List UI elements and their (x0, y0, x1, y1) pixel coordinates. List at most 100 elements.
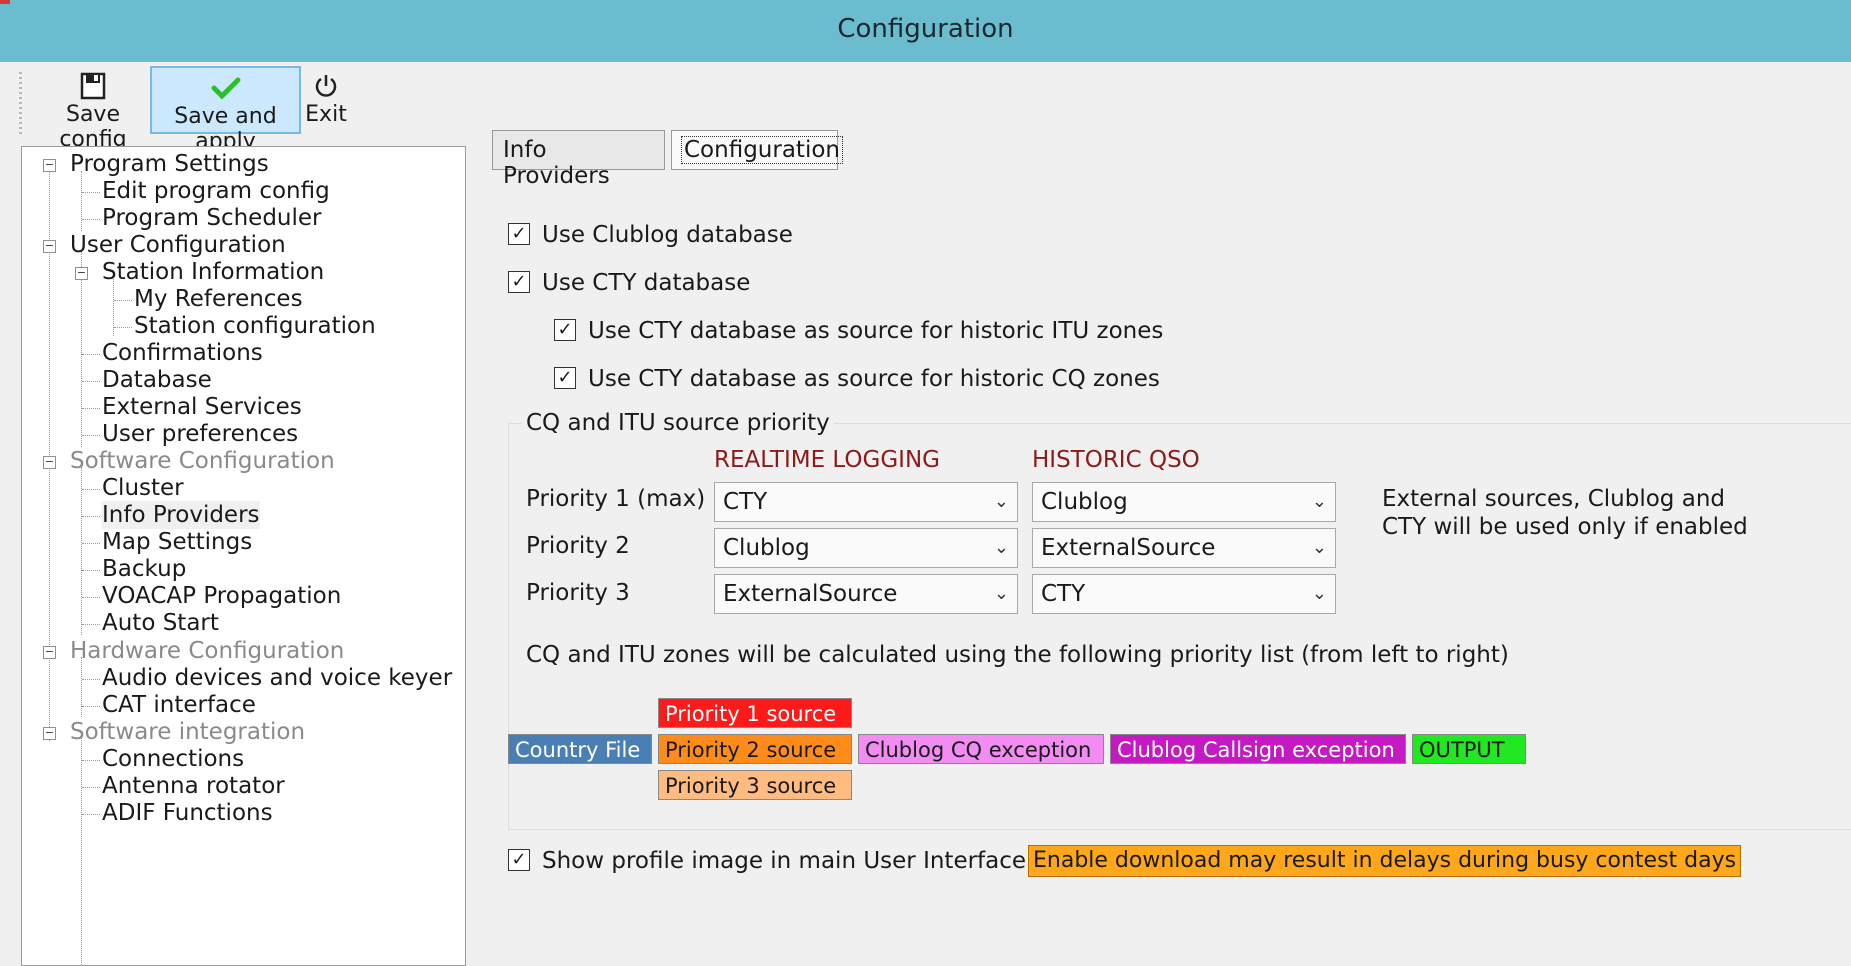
cty-historic-cq-checkbox[interactable]: ✓ Use CTY database as source for historic… (554, 366, 1160, 392)
realtime-priority-1-select[interactable]: CTY ⌄ (714, 482, 1018, 522)
tree-audio-devices[interactable]: Audio devices and voice keyer (102, 664, 452, 692)
realtime-priority-3-select[interactable]: ExternalSource ⌄ (714, 574, 1018, 614)
tree-connector (82, 516, 100, 517)
tree-connector (82, 570, 100, 571)
tree-station-configuration[interactable]: Station configuration (134, 312, 376, 340)
chevron-down-icon: ⌄ (993, 491, 1009, 512)
tree-program-scheduler[interactable]: Program Scheduler (102, 204, 322, 232)
country-file-badge: Country File (508, 734, 652, 764)
collapse-icon[interactable]: − (43, 456, 56, 469)
tree-software-configuration[interactable]: Software Configuration (70, 447, 335, 475)
tree-connector (82, 597, 100, 598)
tree-connector (82, 489, 100, 490)
tree-connector (82, 543, 100, 544)
exit-label: Exit (305, 102, 347, 127)
tree-cluster[interactable]: Cluster (102, 474, 184, 502)
historic-qso-header: HISTORIC QSO (1032, 447, 1200, 473)
historic-priority-3-select[interactable]: CTY ⌄ (1032, 574, 1336, 614)
priority-1-source-badge: Priority 1 source (658, 698, 852, 728)
tree-auto-start[interactable]: Auto Start (102, 609, 219, 637)
use-clublog-label: Use Clublog database (542, 222, 793, 248)
tree-connector (82, 381, 100, 382)
tree-confirmations[interactable]: Confirmations (102, 339, 263, 367)
collapse-icon[interactable]: − (43, 240, 56, 253)
tree-adif-functions[interactable]: ADIF Functions (102, 799, 273, 827)
tree-hardware-configuration[interactable]: Hardware Configuration (70, 637, 344, 665)
tree-software-integration[interactable]: Software integration (70, 718, 305, 746)
tree-info-providers[interactable]: Info Providers (102, 501, 260, 529)
chevron-down-icon: ⌄ (1311, 491, 1327, 512)
collapse-icon[interactable]: − (43, 646, 56, 659)
historic-priority-3-value: CTY (1041, 581, 1086, 607)
historic-priority-1-value: Clublog (1041, 489, 1128, 515)
tree-connector (81, 657, 82, 717)
tree-my-references[interactable]: My References (134, 285, 303, 313)
historic-priority-2-value: ExternalSource (1041, 535, 1216, 561)
power-icon (303, 70, 349, 102)
show-profile-image-label: Show profile image in main User Interfac… (542, 848, 1027, 874)
use-clublog-checkbox[interactable]: ✓ Use Clublog database (508, 222, 793, 248)
collapse-icon[interactable]: − (43, 159, 56, 172)
tree-program-settings[interactable]: Program Settings (70, 150, 269, 178)
realtime-priority-2-select[interactable]: Clublog ⌄ (714, 528, 1018, 568)
priority-group-title: CQ and ITU source priority (522, 410, 834, 436)
sources-note-line2: CTY will be used only if enabled (1382, 514, 1748, 540)
tree-connector (82, 219, 100, 220)
tree-map-settings[interactable]: Map Settings (102, 528, 252, 556)
title-accent (0, 0, 10, 4)
window-title: Configuration (837, 14, 1014, 44)
historic-priority-2-select[interactable]: ExternalSource ⌄ (1032, 528, 1336, 568)
tree-connector (114, 327, 132, 328)
tree-cat-interface[interactable]: CAT interface (102, 691, 256, 719)
use-cty-checkbox[interactable]: ✓ Use CTY database (508, 270, 750, 296)
priority-3-source-badge: Priority 3 source (658, 770, 852, 800)
chevron-down-icon: ⌄ (1311, 537, 1327, 558)
tree-backup[interactable]: Backup (102, 555, 186, 583)
tree-connector (82, 679, 100, 680)
historic-priority-1-select[interactable]: Clublog ⌄ (1032, 482, 1336, 522)
tree-connector (81, 737, 82, 965)
tab-configuration[interactable]: Configuration (671, 130, 843, 170)
download-delay-warning: Enable download may result in delays dur… (1028, 845, 1742, 877)
tree-station-information[interactable]: Station Information (102, 258, 324, 286)
priority-2-source-badge: Priority 2 source (658, 734, 852, 764)
clublog-callsign-exception-badge: Clublog Callsign exception (1110, 734, 1406, 764)
chevron-down-icon: ⌄ (1311, 583, 1327, 604)
output-badge: OUTPUT (1412, 734, 1526, 764)
clublog-cq-exception-badge: Clublog CQ exception (858, 734, 1104, 764)
tree-voacap-propagation[interactable]: VOACAP Propagation (102, 582, 341, 610)
cty-historic-cq-label: Use CTY database as source for historic … (588, 366, 1160, 392)
cty-historic-itu-label: Use CTY database as source for historic … (588, 318, 1164, 344)
realtime-priority-2-value: Clublog (723, 535, 810, 561)
checkmark-icon (152, 72, 299, 104)
toolbar-grip[interactable] (19, 72, 22, 134)
tree-external-services[interactable]: External Services (102, 393, 302, 421)
checkbox-check-icon: ✓ (508, 222, 530, 245)
tree-edit-program-config[interactable]: Edit program config (102, 177, 330, 205)
tree-database[interactable]: Database (102, 366, 212, 394)
collapse-icon[interactable]: − (43, 727, 56, 740)
show-profile-image-checkbox[interactable]: ✓ Show profile image in main User Interfa… (508, 848, 1026, 874)
cty-historic-itu-checkbox[interactable]: ✓ Use CTY database as source for historic… (554, 318, 1163, 344)
tree-connector (82, 760, 100, 761)
priority-3-label: Priority 3 (526, 580, 630, 606)
exit-button[interactable]: Exit (303, 66, 349, 134)
tree-connections[interactable]: Connections (102, 745, 244, 773)
tree-connector (82, 435, 100, 436)
priority-chain-description: CQ and ITU zones will be calculated usin… (526, 642, 1509, 668)
chevron-down-icon: ⌄ (993, 537, 1009, 558)
sources-note-line1: External sources, Clublog and (1382, 486, 1725, 512)
tree-connector (114, 300, 132, 301)
tab-info-providers[interactable]: Info Providers (492, 130, 665, 189)
realtime-logging-header: REALTIME LOGGING (714, 447, 940, 473)
tree-user-preferences[interactable]: User preferences (102, 420, 298, 448)
tree-user-configuration[interactable]: User Configuration (70, 231, 286, 259)
save-and-apply-button[interactable]: Save and apply (150, 66, 301, 154)
tree-connector (82, 814, 100, 815)
tree-antenna-rotator[interactable]: Antenna rotator (102, 772, 285, 800)
tree-connector (81, 252, 82, 447)
use-cty-label: Use CTY database (542, 270, 751, 296)
floppy-disk-icon (31, 70, 155, 102)
save-config-button[interactable]: Save config (31, 66, 155, 152)
collapse-icon[interactable]: − (75, 267, 88, 280)
